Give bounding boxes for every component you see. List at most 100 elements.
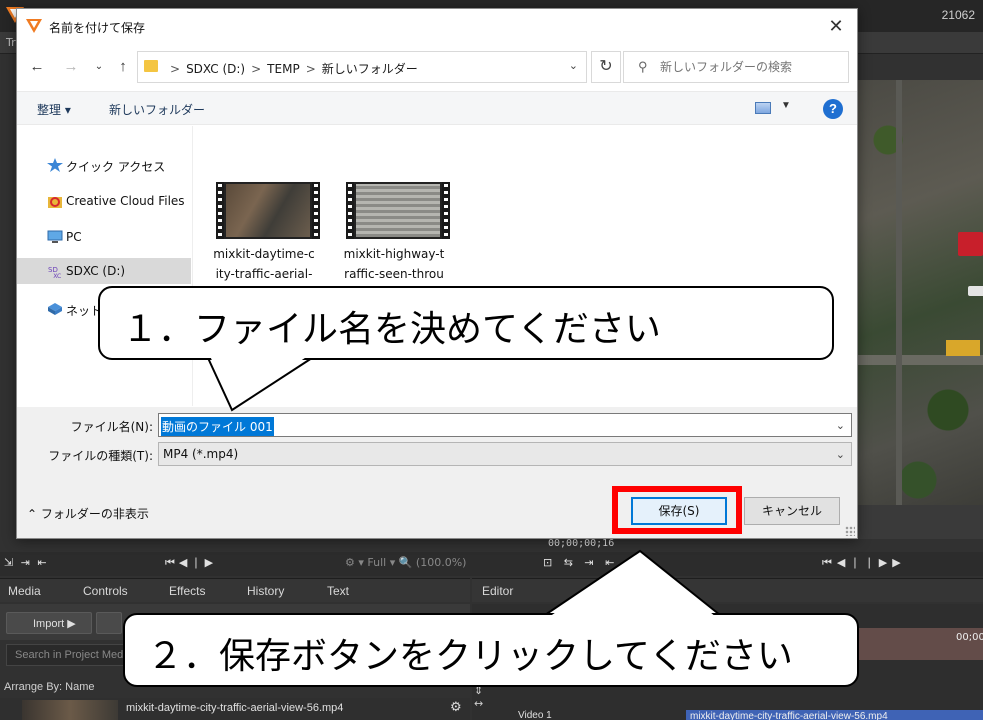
breadcrumb-sdxc[interactable]: SDXC (D:) [186, 62, 245, 76]
creative-cloud-icon [48, 197, 62, 208]
navigation-row: ← → ⌄ ↑ > SDXC (D:) > TEMP > 新しいフォルダー ⌄ ↻ ⚲ [17, 49, 857, 85]
track-label: Video 1 [518, 710, 552, 720]
filetype-value: MP4 (*.mp4) [163, 447, 239, 461]
hide-folders-label: フォルダーの非表示 [40, 507, 149, 521]
media-list-item[interactable]: mixkit-daytime-city-traffic-aerial-view-… [0, 698, 470, 720]
up-arrow-icon[interactable]: ↑ [111, 55, 135, 79]
file-list-pane: mixkit-daytime-c ity-traffic-aerial- mixk… [194, 126, 857, 406]
instruction-callout-step2: ２．保存ボタンをクリックしてください [123, 613, 859, 687]
viewer-timecode: 00;00;00;16 [548, 538, 615, 549]
save-as-dialog: 名前を付けて保存 ✕ ← → ⌄ ↑ > SDXC (D:) > TEMP > 新しいフォ… [16, 8, 858, 539]
network-icon [48, 303, 62, 315]
filename-fields: ファイル名(N): 動画のファイル 001 ⌄ ファイルの種類(T): MP4 … [17, 407, 857, 477]
sd-card-icon: SDXC [48, 266, 61, 278]
viewer-preview [858, 80, 983, 505]
viewer-white-car [968, 286, 983, 296]
nav-item-label: SDXC (D:) [66, 264, 126, 278]
search-icon: ⚲ [638, 59, 648, 74]
navigation-pane: クイック アクセス Creative Cloud Files PC SD XC S… [17, 126, 193, 406]
transport-bar: ⇲ ⇥ ⇤ ⏮◀❘▶ ⚙ ▾ Full ▾ 🔍 (100.0%) 00;00;0… [0, 538, 983, 576]
media-item-name: mixkit-daytime-city-traffic-aerial-view-… [126, 702, 344, 714]
filename-value: 動画のファイル 001 [161, 417, 274, 436]
search-box[interactable]: ⚲ [623, 51, 849, 83]
nav-item-label: Creative Cloud Files [66, 194, 185, 208]
source-zoom-group[interactable]: ⚙ ▾ Full ▾ 🔍 (100.0%) [345, 556, 466, 569]
pc-icon [47, 230, 63, 243]
video-thumbnail [216, 182, 320, 239]
nav-item-label: クイック アクセス [66, 160, 166, 174]
search-input[interactable] [660, 58, 842, 76]
nav-item-sdxc[interactable]: SD XC SDXC (D:) [17, 258, 191, 284]
panel-tab-bar: Media Controls Effects History Text [0, 578, 470, 602]
filename-field[interactable]: 動画のファイル 001 ⌄ [158, 413, 852, 437]
hide-folders-toggle[interactable]: ⌃ フォルダーの非表示 [27, 505, 149, 522]
address-bar[interactable]: > SDXC (D:) > TEMP > 新しいフォルダー ⌄ [137, 51, 587, 83]
tab-effects[interactable]: Effects [169, 584, 205, 598]
import-label: Import [33, 618, 65, 630]
editor-tab-bar: Editor [472, 578, 983, 602]
viewer-bottom-strip [858, 505, 983, 539]
viewer-tools[interactable]: ⊡ ⇆ ⇥ ⇤ [543, 556, 618, 569]
tab-history[interactable]: History [247, 584, 284, 598]
dialog-title-bar: 名前を付けて保存 ✕ [17, 9, 857, 43]
timeline-tool-icons[interactable]: ⇕ ↔ [474, 684, 483, 710]
media-thumbnail [22, 700, 118, 720]
new-folder-button[interactable]: 新しいフォルダー [109, 101, 205, 118]
viewer-frame-image [858, 80, 983, 505]
timeline-clip[interactable]: mixkit-daytime-city-traffic-aerial-view-… [686, 710, 983, 720]
nav-item-creative-cloud[interactable]: Creative Cloud Files [17, 188, 191, 214]
breadcrumb-new-folder[interactable]: 新しいフォルダー [322, 62, 418, 76]
recent-locations-chevron-icon[interactable]: ⌄ [87, 55, 111, 79]
breadcrumb-temp[interactable]: TEMP [267, 62, 300, 76]
nav-item-pc[interactable]: PC [17, 224, 191, 250]
star-icon [47, 158, 63, 172]
folder-icon [144, 60, 158, 72]
filetype-select[interactable]: MP4 (*.mp4) ⌄ [158, 442, 852, 466]
save-button-highlight [612, 486, 742, 534]
filename-label: ファイル名(N): [70, 420, 153, 434]
zoom-percent: (100.0%) [415, 556, 467, 569]
address-dropdown-icon[interactable]: ⌄ [569, 59, 578, 72]
new-item-button[interactable] [96, 612, 122, 634]
gear-icon[interactable]: ⚙ [450, 700, 462, 715]
help-icon[interactable]: ? [823, 99, 843, 119]
svg-text:XC: XC [53, 273, 61, 278]
tab-controls[interactable]: Controls [83, 584, 128, 598]
tab-editor[interactable]: Editor [482, 584, 513, 598]
app-version-stamp: 21062 [941, 8, 975, 22]
chevron-down-icon[interactable]: ⌄ [836, 448, 845, 461]
viewer-playback-controls[interactable]: ⏮◀❘❘▶▶ [822, 556, 906, 570]
tab-media[interactable]: Media [8, 584, 41, 598]
timeline-ruler-label: 00;00 [956, 632, 983, 643]
organize-button[interactable]: 整理 ▾ [37, 101, 71, 118]
arrange-by-label[interactable]: Arrange By: Name [4, 681, 94, 693]
tab-text[interactable]: Text [327, 584, 349, 598]
app-sub-label: Tr [6, 36, 16, 49]
source-playback-controls[interactable]: ⏮◀❘▶ [165, 556, 217, 570]
back-arrow-icon[interactable]: ← [25, 55, 49, 79]
view-dropdown-icon[interactable]: ▼ [781, 100, 791, 111]
cancel-button[interactable]: キャンセル [744, 497, 840, 525]
video-thumbnail [346, 182, 450, 239]
hitfilm-logo-icon [26, 19, 42, 33]
close-icon[interactable]: ✕ [825, 15, 847, 37]
zoom-select[interactable]: Full [367, 556, 386, 569]
view-options-icon[interactable] [755, 102, 771, 114]
viewer-crane [946, 340, 980, 356]
file-name: mixkit-highway-t raffic-seen-throu [343, 247, 445, 281]
instruction-callout-step1: １．ファイル名を決めてください [98, 286, 834, 360]
trim-controls-left[interactable]: ⇲ ⇥ ⇤ [4, 556, 49, 569]
dialog-title: 名前を付けて保存 [49, 21, 146, 35]
forward-arrow-icon[interactable]: → [59, 55, 83, 79]
breadcrumb: > SDXC (D:) > TEMP > 新しいフォルダー [170, 62, 418, 76]
viewer-red-truck [958, 232, 983, 256]
nav-item-label: PC [66, 230, 82, 244]
resize-grip[interactable] [845, 526, 855, 536]
file-name: mixkit-daytime-c ity-traffic-aerial- [213, 247, 315, 281]
chevron-down-icon[interactable]: ⌄ [836, 419, 845, 432]
import-button[interactable]: Import ▶ [6, 612, 92, 634]
command-bar: 整理 ▾ 新しいフォルダー ▼ ? [17, 91, 857, 125]
media-search-input[interactable]: Search in Project Media [6, 644, 124, 666]
refresh-icon[interactable]: ↻ [591, 51, 621, 83]
nav-item-quick-access[interactable]: クイック アクセス [17, 152, 191, 178]
